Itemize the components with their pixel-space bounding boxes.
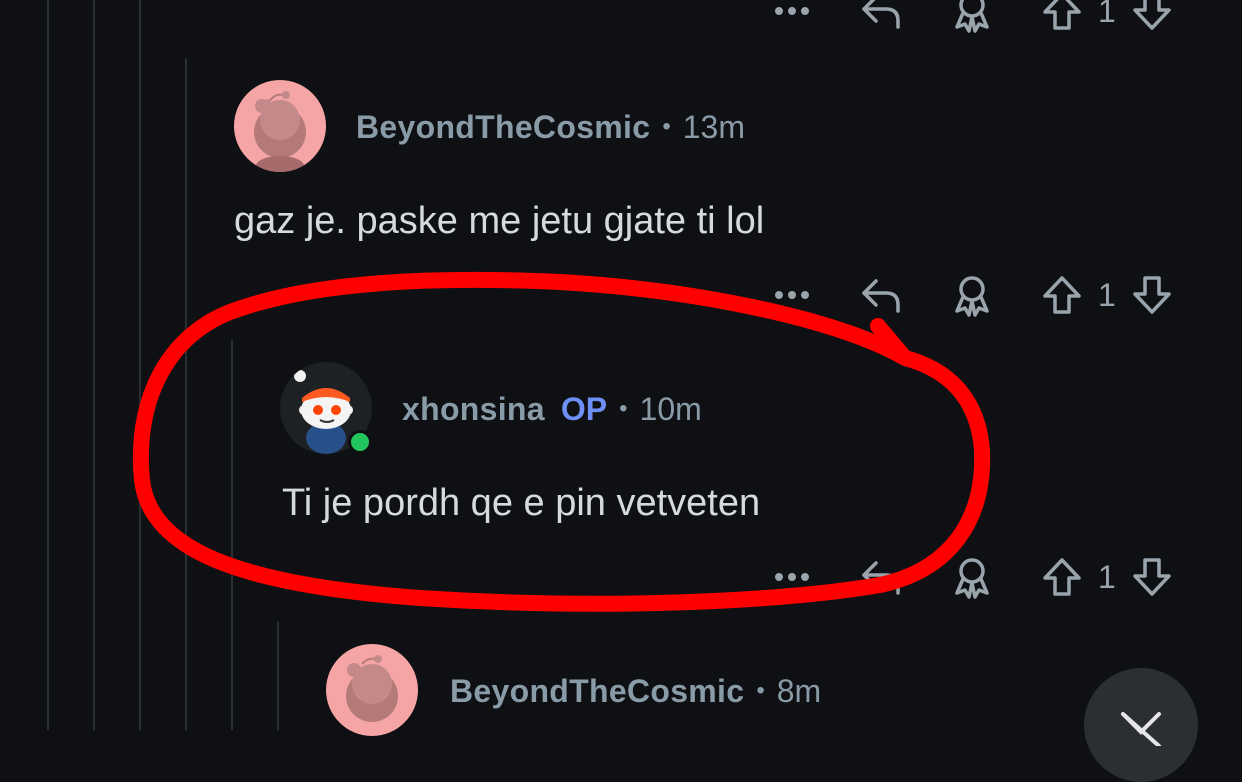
action-bar: 1 [770,270,1174,320]
thread-line-4 [185,58,187,730]
avatar-beyondthecosmic[interactable] [234,80,326,172]
comment-timestamp: 13m [682,108,745,145]
more-icon[interactable] [770,6,814,16]
thread-line-2 [93,0,95,730]
reply-icon[interactable] [860,557,904,597]
action-bar-top: 1 [770,0,1174,36]
upvote-icon[interactable] [1040,556,1084,598]
comment-meta: BeyondTheCosmic • 8m [450,670,821,712]
author-name[interactable]: xhonsina [402,391,545,428]
meta-separator: • [619,395,628,422]
downvote-icon[interactable] [1130,0,1174,32]
downvote-icon[interactable] [1130,556,1174,598]
upvote-icon[interactable] [1040,0,1084,32]
reply-icon[interactable] [860,0,904,31]
avatar-beyondthecosmic[interactable] [326,644,418,736]
action-bar: 1 [770,552,1174,602]
author-name[interactable]: BeyondTheCosmic [356,109,650,146]
author-name[interactable]: BeyondTheCosmic [450,673,744,710]
score: 1 [1098,558,1116,595]
comment-timestamp: 8m [776,672,822,709]
award-icon[interactable] [950,273,994,317]
thread-line-6 [277,622,279,730]
meta-separator: • [662,113,671,140]
comment-body: Ti je pordh qe e pin vetveten [282,482,761,524]
score-top: 1 [1098,0,1116,29]
op-badge: OP [560,390,608,427]
online-indicator [348,430,372,454]
more-icon[interactable] [770,290,814,300]
comment-body: gaz je. paske me jetu gjate ti lol [234,200,765,242]
more-icon[interactable] [770,572,814,582]
comment-timestamp: 10m [639,390,702,427]
collapse-button[interactable] [1084,668,1198,782]
meta-separator: • [756,677,765,704]
thread-line-3 [139,0,141,730]
thread-line-1 [47,0,49,730]
avatar-xhonsina[interactable] [280,362,372,454]
award-icon[interactable] [950,555,994,599]
downvote-icon[interactable] [1130,274,1174,316]
award-icon[interactable] [950,0,994,33]
reply-icon[interactable] [860,275,904,315]
upvote-icon[interactable] [1040,274,1084,316]
comment-meta: BeyondTheCosmic • 13m [356,106,745,148]
comment-meta: xhonsina OP • 10m [402,388,702,430]
score: 1 [1098,276,1116,313]
thread-line-5 [231,340,233,730]
collapse-icon [1121,712,1161,746]
